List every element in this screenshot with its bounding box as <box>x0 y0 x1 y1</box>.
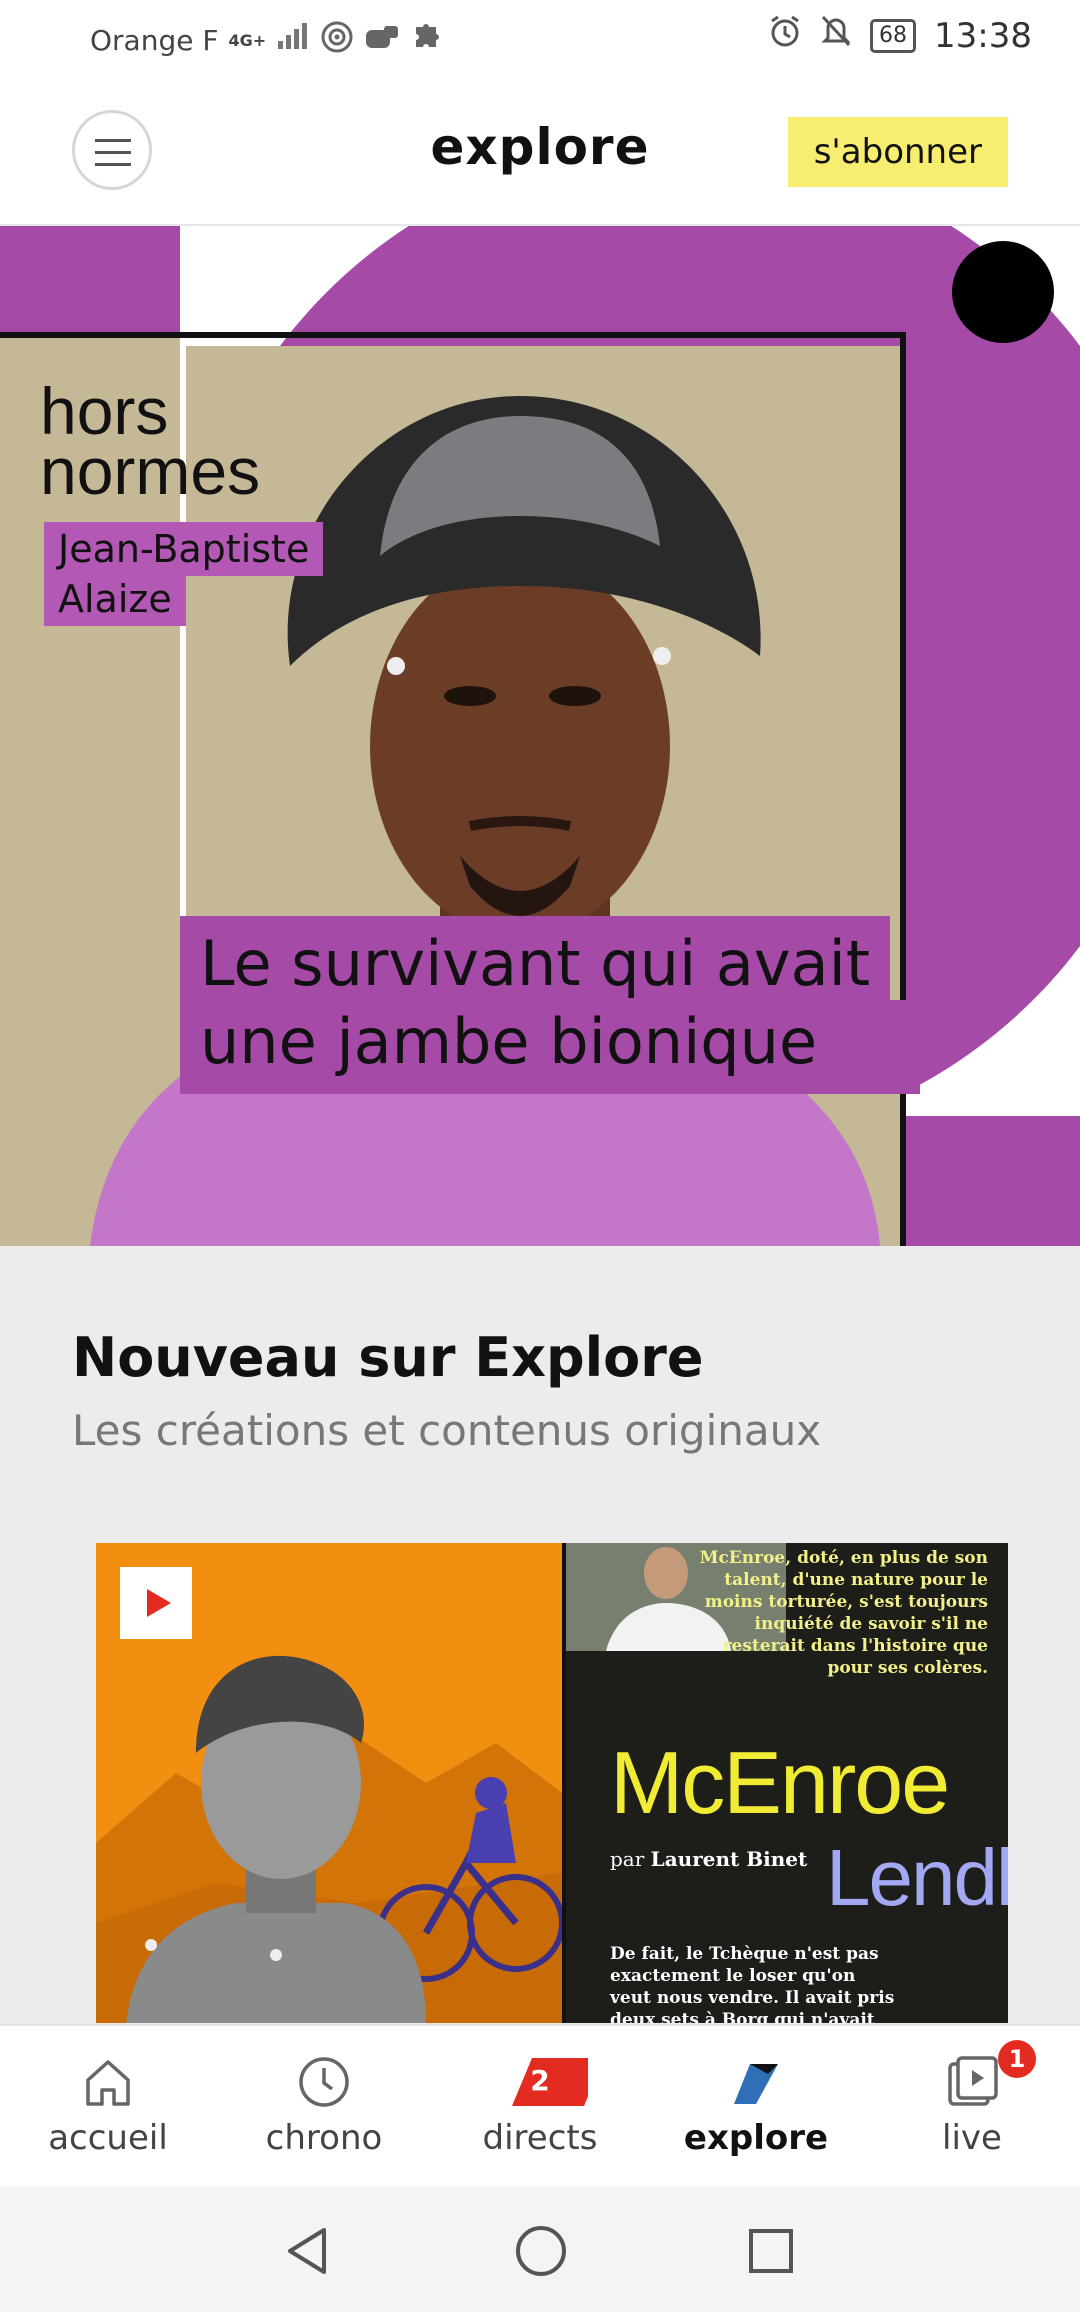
live-icon <box>948 2056 998 2106</box>
section-title: Nouveau sur Explore <box>72 1326 704 1389</box>
nav-accueil[interactable]: accueil <box>0 2026 216 2186</box>
headline-box: Le survivant qui avait <box>180 916 891 1012</box>
clock-time: 13:38 <box>934 15 1032 56</box>
nav-directs-label: directs <box>482 2118 598 2158</box>
person-name-tag-2: Alaize <box>44 572 186 626</box>
nav-accueil-label: accueil <box>48 2118 168 2158</box>
status-bar: Orange F 4G+ 68 13:38 <box>0 0 1080 80</box>
bottom-navigation: accueil chrono 2 directs explore 1 live <box>0 2024 1080 2186</box>
mute-icon <box>820 14 852 57</box>
featured-card[interactable]: McEnroe, doté, en plus de son talent, d'… <box>96 1543 1008 2023</box>
nav-live[interactable]: 1 live <box>864 2026 1080 2186</box>
byline-author: Laurent Binet <box>650 1847 808 1871</box>
byline: par Laurent Binet <box>610 1847 807 1871</box>
card-right-image: McEnroe, doté, en plus de son talent, d'… <box>566 1543 1008 2023</box>
person-last-name: Alaize <box>58 577 172 621</box>
series-label: hors normes <box>40 374 261 508</box>
headline-box-2: une jambe bionique <box>180 1000 920 1094</box>
section-subtitle: Les créations et contenus originaux <box>72 1406 822 1455</box>
nav-chrono-label: chrono <box>265 2118 383 2158</box>
nav-explore-label: explore <box>683 2118 829 2158</box>
card-quote: McEnroe, doté, en plus de son talent, d'… <box>699 1548 988 1678</box>
system-navigation-bar <box>0 2186 1080 2312</box>
battery-indicator: 68 <box>870 18 917 53</box>
play-icon <box>147 1589 171 1617</box>
mcenroe-title: McEnroe <box>610 1733 950 1832</box>
puzzle-icon <box>410 21 442 60</box>
clock-icon <box>299 2057 349 2107</box>
signal-icon <box>276 23 310 58</box>
lendl-title: Lendl <box>826 1833 1008 1922</box>
live-badge: 1 <box>998 2040 1036 2078</box>
alarm-icon <box>768 14 802 57</box>
byline-prefix: par <box>610 1847 645 1871</box>
nav-explore[interactable]: explore <box>648 2026 864 2186</box>
play-button[interactable] <box>120 1567 192 1639</box>
card-left-image <box>96 1543 562 2023</box>
new-on-explore-section: Nouveau sur Explore Les créations et con… <box>0 1246 1080 2026</box>
explore-icon <box>734 2064 778 2104</box>
nav-chrono[interactable]: chrono <box>216 2026 432 2186</box>
headline-line-1: Le survivant qui avait <box>200 927 871 1000</box>
hotspot-icon <box>320 20 354 61</box>
back-icon[interactable] <box>282 2224 332 2278</box>
subscribe-button[interactable]: s'abonner <box>787 117 1008 187</box>
carrier-label: Orange F <box>90 24 219 57</box>
game-icon <box>364 22 400 59</box>
person-name-tag: Jean-Baptiste <box>44 522 324 576</box>
network-type: 4G+ <box>228 31 267 50</box>
home-circle-icon[interactable] <box>514 2224 568 2278</box>
card-teaser: De fait, le Tchèque n'est pas exactement… <box>610 1944 895 2023</box>
headline-line-2: une jambe bionique <box>200 1005 818 1078</box>
hero-banner[interactable]: hors normes Jean-Baptiste Alaize Le surv… <box>0 226 1080 1246</box>
app-header: explore s'abonner <box>0 80 1080 226</box>
nav-directs[interactable]: 2 directs <box>432 2026 648 2186</box>
home-icon <box>86 2060 130 2106</box>
recents-icon[interactable] <box>746 2226 796 2276</box>
person-first-name: Jean-Baptiste <box>58 527 310 571</box>
directs-count: 2 <box>530 2064 550 2097</box>
nav-live-label: live <box>942 2118 1002 2158</box>
